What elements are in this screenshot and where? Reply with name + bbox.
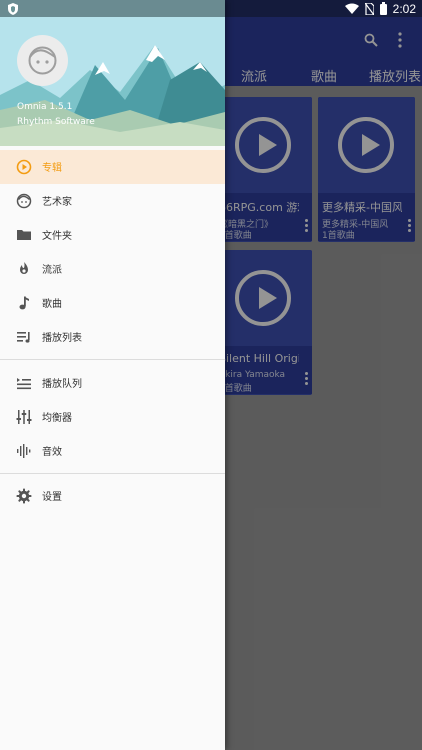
nav-item-genres[interactable]: 流派 bbox=[0, 252, 225, 286]
nav-item-label: 播放队列 bbox=[42, 379, 82, 390]
queue-icon bbox=[17, 378, 31, 390]
nav-item-label: 歌曲 bbox=[42, 299, 62, 310]
nav-item-settings[interactable]: 设置 bbox=[0, 479, 225, 513]
navigation-drawer: Omnia 1.5.1 Rhythm Software 专辑 艺术家 文件夹 流… bbox=[0, 0, 225, 750]
drawer-status-bar bbox=[0, 0, 225, 17]
nav-item-sound-effects[interactable]: 音效 bbox=[0, 434, 225, 468]
nav-item-albums[interactable]: 专辑 bbox=[0, 150, 225, 184]
nav-item-playlists[interactable]: 播放列表 bbox=[0, 320, 225, 354]
app-name: Omnia 1.5.1 bbox=[17, 102, 73, 112]
playlist-icon bbox=[17, 332, 30, 343]
wifi-icon bbox=[344, 3, 359, 14]
no-sim-icon bbox=[364, 2, 374, 15]
equalizer-icon bbox=[16, 410, 32, 424]
battery-icon bbox=[379, 2, 387, 15]
album-icon bbox=[16, 159, 32, 175]
nav-item-equalizer[interactable]: 均衡器 bbox=[0, 400, 225, 434]
status-time: 2:02 bbox=[392, 1, 416, 16]
artist-icon bbox=[16, 193, 32, 209]
settings-icon bbox=[16, 488, 32, 504]
nav-item-label: 艺术家 bbox=[42, 197, 72, 208]
avatar[interactable] bbox=[17, 35, 68, 86]
status-icons: 2:02 bbox=[344, 1, 416, 16]
nav-item-label: 播放列表 bbox=[42, 333, 82, 344]
music-note-icon bbox=[19, 296, 29, 310]
nav-item-label: 音效 bbox=[42, 447, 62, 458]
nav-item-label: 流派 bbox=[42, 265, 62, 276]
folder-icon bbox=[17, 230, 31, 240]
nav-item-songs[interactable]: 歌曲 bbox=[0, 286, 225, 320]
nav-item-folders[interactable]: 文件夹 bbox=[0, 218, 225, 252]
nav-item-label: 均衡器 bbox=[42, 413, 72, 424]
shield-icon bbox=[8, 3, 18, 15]
nav-item-label: 设置 bbox=[42, 492, 62, 503]
app-vendor: Rhythm Software bbox=[17, 117, 95, 127]
face-icon bbox=[28, 46, 57, 75]
nav-item-artists[interactable]: 艺术家 bbox=[0, 184, 225, 218]
divider bbox=[0, 359, 225, 360]
nav-item-label: 文件夹 bbox=[42, 231, 72, 242]
nav-item-label: 专辑 bbox=[42, 163, 62, 174]
nav-item-queue[interactable]: 播放队列 bbox=[0, 366, 225, 400]
genre-icon bbox=[20, 262, 28, 274]
sound-effects-icon bbox=[17, 444, 31, 458]
divider bbox=[0, 473, 225, 474]
drawer-header: Omnia 1.5.1 Rhythm Software bbox=[0, 0, 225, 146]
